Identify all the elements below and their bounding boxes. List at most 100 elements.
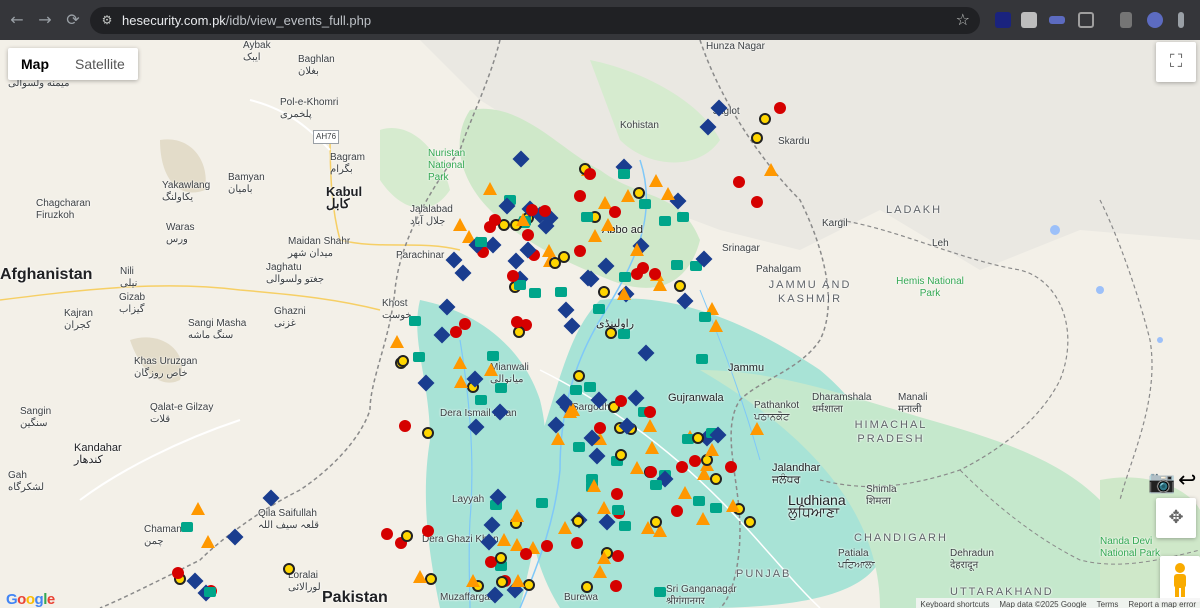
warning-marker-icon[interactable] [597, 501, 611, 514]
event-marker-icon[interactable] [699, 312, 711, 322]
event-marker-icon[interactable] [618, 329, 630, 339]
alert-marker-icon[interactable] [574, 190, 586, 202]
police-marker-icon[interactable] [692, 432, 704, 444]
police-marker-icon[interactable] [633, 187, 645, 199]
warning-marker-icon[interactable] [678, 486, 692, 499]
event-marker-icon[interactable] [696, 354, 708, 364]
alert-marker-icon[interactable] [610, 580, 622, 592]
alert-marker-icon[interactable] [511, 316, 523, 328]
alert-marker-icon[interactable] [611, 488, 623, 500]
event-marker-icon[interactable] [677, 212, 689, 222]
police-marker-icon[interactable] [558, 251, 570, 263]
forward-icon[interactable]: → [34, 9, 56, 31]
alert-marker-icon[interactable] [751, 196, 763, 208]
camera-icon[interactable]: 📷 [1148, 470, 1175, 495]
warning-marker-icon[interactable] [726, 499, 740, 512]
alert-marker-icon[interactable] [645, 466, 657, 478]
warning-marker-icon[interactable] [697, 467, 711, 480]
warning-marker-icon[interactable] [453, 356, 467, 369]
event-marker-icon[interactable] [671, 260, 683, 270]
bookmark-star-icon[interactable]: ☆ [956, 10, 970, 29]
police-marker-icon[interactable] [759, 113, 771, 125]
alert-marker-icon[interactable] [172, 567, 184, 579]
event-marker-icon[interactable] [618, 169, 630, 179]
event-marker-icon[interactable] [495, 383, 507, 393]
warning-marker-icon[interactable] [551, 432, 565, 445]
extension-icon[interactable] [995, 12, 1011, 28]
warning-marker-icon[interactable] [587, 479, 601, 492]
alert-marker-icon[interactable] [507, 270, 519, 282]
event-marker-icon[interactable] [529, 288, 541, 298]
alert-marker-icon[interactable] [541, 540, 553, 552]
alert-marker-icon[interactable] [615, 395, 627, 407]
warning-marker-icon[interactable] [413, 570, 427, 583]
event-marker-icon[interactable] [710, 503, 722, 513]
reload-icon[interactable]: ⟳ [62, 9, 84, 31]
alert-marker-icon[interactable] [450, 326, 462, 338]
warning-marker-icon[interactable] [649, 174, 663, 187]
alert-marker-icon[interactable] [539, 205, 551, 217]
terms-link[interactable]: Terms [1097, 598, 1119, 608]
warning-marker-icon[interactable] [483, 182, 497, 195]
police-marker-icon[interactable] [674, 280, 686, 292]
locate-icon[interactable]: ✥ [1156, 498, 1196, 538]
warning-marker-icon[interactable] [630, 461, 644, 474]
warning-marker-icon[interactable] [601, 218, 615, 231]
warning-marker-icon[interactable] [645, 441, 659, 454]
pegman-icon[interactable] [1160, 556, 1200, 602]
back-icon[interactable]: ← [6, 9, 28, 31]
event-marker-icon[interactable] [654, 587, 666, 597]
warning-marker-icon[interactable] [453, 218, 467, 231]
extension-icon[interactable] [1049, 16, 1065, 24]
alert-marker-icon[interactable] [649, 268, 661, 280]
event-marker-icon[interactable] [619, 521, 631, 531]
warning-marker-icon[interactable] [750, 422, 764, 435]
police-marker-icon[interactable] [581, 581, 593, 593]
keyboard-shortcuts-link[interactable]: Keyboard shortcuts [920, 598, 989, 608]
event-marker-icon[interactable] [573, 442, 585, 452]
warning-marker-icon[interactable] [705, 443, 719, 456]
police-marker-icon[interactable] [401, 530, 413, 542]
police-marker-icon[interactable] [397, 355, 409, 367]
event-marker-icon[interactable] [693, 496, 705, 506]
alert-marker-icon[interactable] [594, 422, 606, 434]
warning-marker-icon[interactable] [201, 535, 215, 548]
extension-icon[interactable] [1021, 12, 1037, 28]
police-marker-icon[interactable] [650, 516, 662, 528]
alert-marker-icon[interactable] [520, 548, 532, 560]
warning-marker-icon[interactable] [696, 512, 710, 525]
warning-marker-icon[interactable] [709, 319, 723, 332]
warning-marker-icon[interactable] [597, 551, 611, 564]
warning-marker-icon[interactable] [566, 403, 580, 416]
warning-marker-icon[interactable] [390, 335, 404, 348]
warning-marker-icon[interactable] [511, 574, 525, 587]
event-marker-icon[interactable] [475, 237, 487, 247]
event-marker-icon[interactable] [581, 212, 593, 222]
alert-marker-icon[interactable] [733, 176, 745, 188]
warning-marker-icon[interactable] [593, 565, 607, 578]
police-marker-icon[interactable] [744, 516, 756, 528]
report-error-link[interactable]: Report a map error [1128, 598, 1196, 608]
warning-marker-icon[interactable] [617, 287, 631, 300]
map-canvas[interactable]: Aybak ایبک Baghlan بغلان میمنه ولسوالی Pol… [0, 40, 1200, 608]
event-marker-icon[interactable] [593, 304, 605, 314]
extension-icon[interactable] [1078, 12, 1094, 28]
event-marker-icon[interactable] [639, 199, 651, 209]
warning-marker-icon[interactable] [454, 375, 468, 388]
extension-icon[interactable] [1120, 12, 1132, 28]
profile-avatar[interactable] [1147, 12, 1163, 28]
alert-marker-icon[interactable] [612, 550, 624, 562]
event-marker-icon[interactable] [475, 395, 487, 405]
alert-marker-icon[interactable] [484, 221, 496, 233]
event-marker-icon[interactable] [181, 522, 193, 532]
police-marker-icon[interactable] [710, 473, 722, 485]
event-marker-icon[interactable] [204, 587, 216, 597]
police-marker-icon[interactable] [283, 563, 295, 575]
map-type-satellite-button[interactable]: Satellite [62, 48, 138, 80]
event-marker-icon[interactable] [555, 287, 567, 297]
alert-marker-icon[interactable] [676, 461, 688, 473]
event-marker-icon[interactable] [659, 216, 671, 226]
event-marker-icon[interactable] [409, 316, 421, 326]
alert-marker-icon[interactable] [774, 102, 786, 114]
warning-marker-icon[interactable] [510, 509, 524, 522]
